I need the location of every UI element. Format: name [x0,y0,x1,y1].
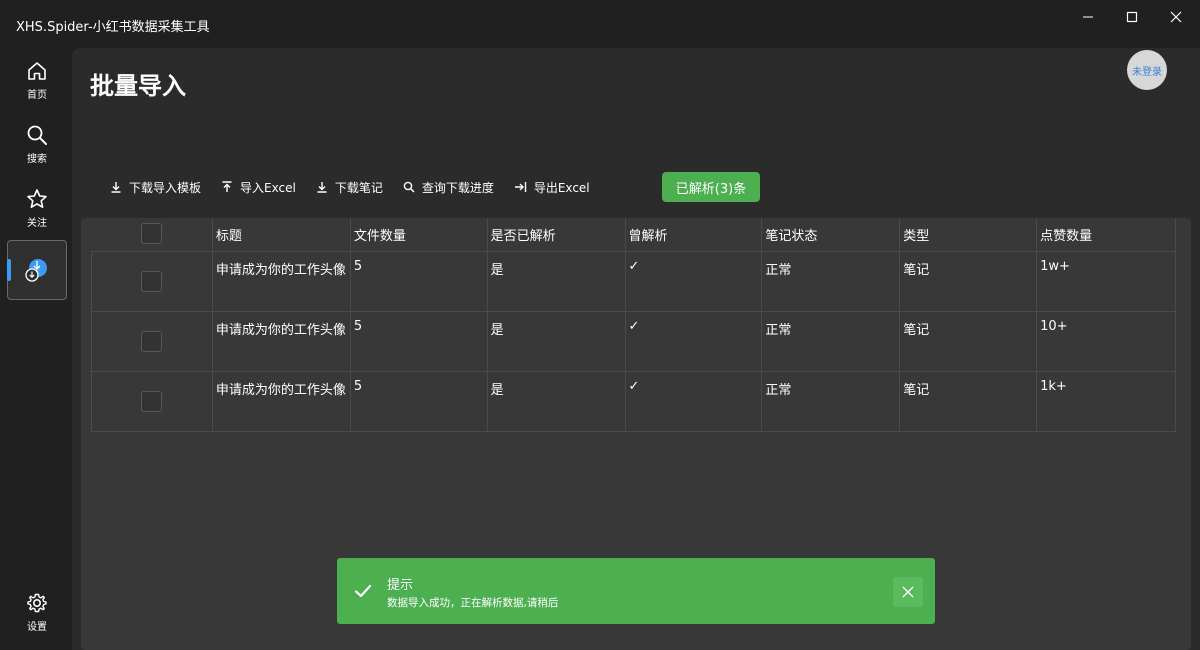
check-icon [354,584,372,598]
cell-title: 申请成为你的工作头像 [212,311,351,372]
avatar[interactable]: 未登录 [1127,50,1167,90]
notes-table: 标题 文件数量 是否已解析 曾解析 笔记状态 类型 点赞数量 申请成为你的工作头… [91,218,1176,432]
sidebar-item-follow[interactable]: 关注 [7,178,67,238]
cell-note-status: 正常 [761,371,901,432]
cell-note-status: 正常 [761,251,901,312]
table-row[interactable]: 申请成为你的工作头像 5 是 ✓ 正常 笔记 1w+ [91,251,1176,312]
sidebar-item-batch-import[interactable] [7,240,67,300]
close-icon [1170,11,1182,23]
sidebar-item-settings[interactable]: 设置 [7,582,67,642]
title-bar: XHS.Spider-小红书数据采集工具 [0,0,1200,48]
column-header-ever-parsed[interactable]: 曾解析 [625,218,763,252]
cell-title: 申请成为你的工作头像 [212,371,351,432]
download-template-button[interactable]: 下载导入模板 [100,172,211,202]
toast-close-button[interactable] [893,577,923,607]
toast-message: 数据导入成功，正在解析数据,请稍后 [387,597,559,609]
cell-parsed: 是 [487,251,626,312]
cell-type: 笔记 [899,311,1038,372]
sidebar-item-label: 搜索 [27,153,47,165]
export-excel-button[interactable]: 导出Excel [504,172,600,202]
download-icon [317,182,327,193]
minimize-icon [1083,16,1093,18]
download-template-label: 下载导入模板 [129,180,202,195]
upload-icon [222,181,232,192]
row-select-cell [91,311,213,372]
cell-likes: 10+ [1036,311,1176,372]
download-icon [111,182,121,193]
export-excel-label: 导出Excel [533,180,590,195]
table-row[interactable]: 申请成为你的工作头像 5 是 ✓ 正常 笔记 10+ [91,311,1176,372]
column-header-parsed[interactable]: 是否已解析 [487,218,626,252]
cell-parsed: 是 [487,371,626,432]
cell-note-status: 正常 [761,311,901,372]
row-select-cell [91,251,213,312]
column-header-file-count[interactable]: 文件数量 [350,218,488,252]
row-checkbox[interactable] [141,390,163,412]
cell-type: 笔记 [899,251,1038,312]
cell-ever-parsed: ✓ [625,311,763,372]
download-notes-button[interactable]: 下载笔记 [306,172,393,202]
column-header-note-status[interactable]: 笔记状态 [761,218,901,252]
star-icon [27,188,47,208]
search-icon [403,181,415,193]
close-icon [902,586,914,598]
row-select-cell [91,371,213,432]
row-checkbox[interactable] [141,270,163,292]
import-excel-button[interactable]: 导入Excel [211,172,306,202]
cell-file-count: 5 [350,371,488,432]
column-header-title[interactable]: 标题 [212,218,351,252]
sidebar: 首页 搜索 关注 设置 [0,48,72,650]
toast-title: 提示 [387,578,414,593]
toolbar: 下载导入模板 导入Excel 下载笔记 查询下载进度 导出Excel [100,172,600,202]
query-progress-label: 查询下载进度 [421,180,494,195]
success-toast: 提示 数据导入成功，正在解析数据,请稍后 [337,558,935,624]
select-all-checkbox[interactable] [141,223,163,244]
export-icon [514,182,527,192]
minimize-button[interactable] [1066,0,1110,34]
cell-type: 笔记 [899,371,1038,432]
sidebar-item-label: 设置 [27,621,47,633]
table-header-row: 标题 文件数量 是否已解析 曾解析 笔记状态 类型 点赞数量 [91,218,1176,252]
select-all-cell [91,218,213,252]
cell-likes: 1w+ [1036,251,1176,312]
search-icon [27,125,47,145]
table-row[interactable]: 申请成为你的工作头像 5 是 ✓ 正常 笔记 1k+ [91,371,1176,432]
import-excel-label: 导入Excel [240,180,296,195]
maximize-button[interactable] [1110,0,1154,34]
maximize-icon [1126,11,1138,23]
page-title: 批量导入 [90,72,186,100]
cell-ever-parsed: ✓ [625,371,763,432]
cell-file-count: 5 [350,251,488,312]
download-notes-label: 下载笔记 [334,180,383,195]
cell-ever-parsed: ✓ [625,251,763,312]
column-header-type[interactable]: 类型 [899,218,1038,252]
cell-file-count: 5 [350,311,488,372]
gear-icon [27,593,47,612]
row-checkbox[interactable] [141,330,163,352]
sidebar-item-search[interactable]: 搜索 [7,114,67,174]
active-indicator [7,259,11,281]
close-window-button[interactable] [1154,0,1198,34]
parsed-count-button[interactable]: 已解析(3)条 [662,172,760,202]
cell-likes: 1k+ [1036,371,1176,432]
app-title: XHS.Spider-小红书数据采集工具 [16,20,210,35]
cell-parsed: 是 [487,311,626,372]
sidebar-item-label: 关注 [27,217,47,229]
query-progress-button[interactable]: 查询下载进度 [393,172,504,202]
home-icon [28,61,46,80]
sidebar-item-label: 首页 [27,89,47,101]
column-header-likes[interactable]: 点赞数量 [1036,218,1176,252]
import-icon [25,259,47,282]
sidebar-item-home[interactable]: 首页 [7,50,67,110]
cell-title: 申请成为你的工作头像 [212,251,351,312]
